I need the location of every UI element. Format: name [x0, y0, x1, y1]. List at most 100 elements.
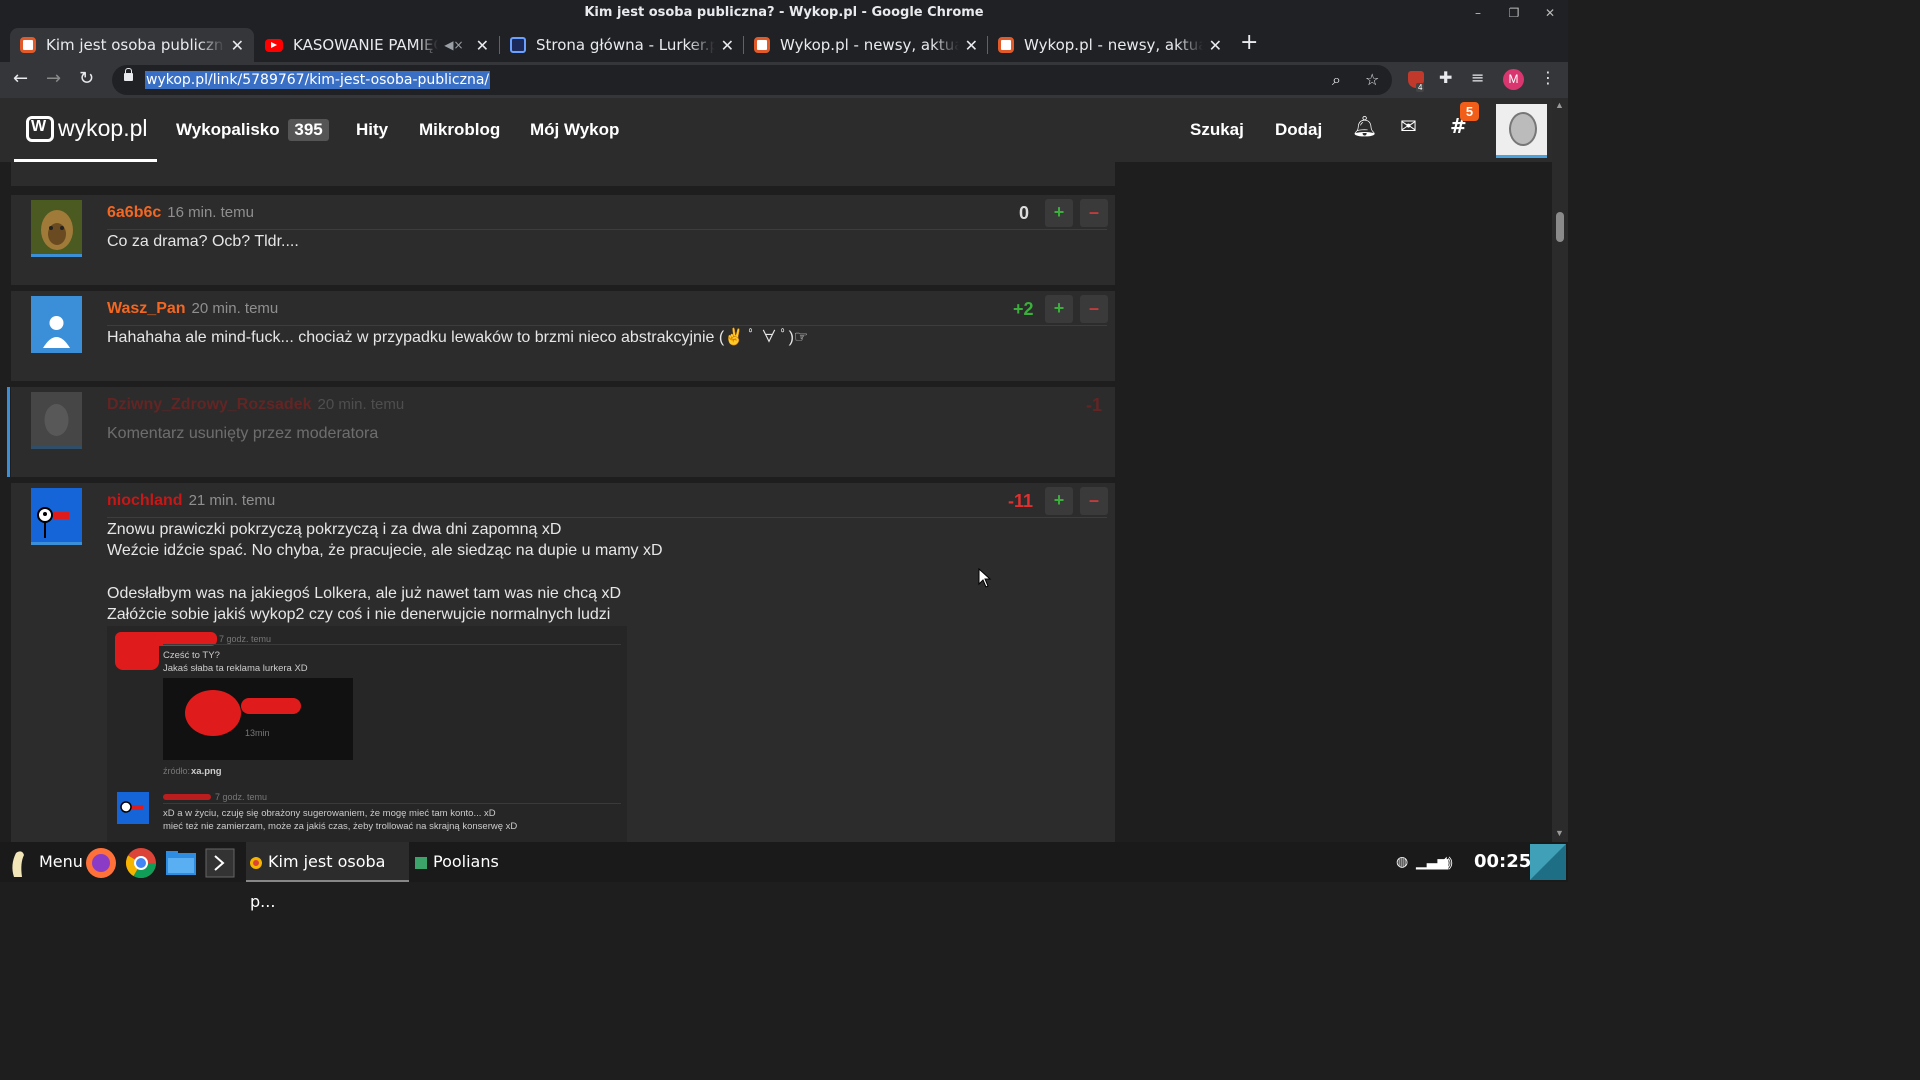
comment-author[interactable]: niochland 21 min. temu [107, 492, 275, 510]
scroll-up-icon[interactable]: ▲ [1555, 100, 1564, 110]
bell-icon[interactable]: 🔔︎ [1352, 114, 1377, 138]
terminal-icon[interactable] [205, 842, 235, 882]
show-desktop-icon[interactable] [1530, 844, 1566, 880]
comment-line: Załóżcie sobie jakiś wykop2 czy coś i ni… [107, 606, 611, 624]
close-window-icon[interactable]: ✕ [1532, 0, 1568, 26]
media-control-icon[interactable]: ≡ [1471, 68, 1484, 87]
downvote-button[interactable]: – [1080, 199, 1108, 227]
upvote-button[interactable]: + [1045, 199, 1073, 227]
redacted-avatar [115, 634, 159, 670]
embed-time: 7 godz. temu [215, 792, 268, 802]
nav-wykopalisko[interactable]: Wykopalisko 395 [176, 98, 329, 162]
tab-kim-jest-osoba[interactable]: Kim jest osoba publiczna ✕ [10, 28, 254, 62]
chrome-icon[interactable] [124, 842, 158, 882]
profile-avatar[interactable]: M [1503, 69, 1524, 90]
page-scrollbar[interactable]: ▲ ▼ [1552, 98, 1568, 842]
lock-icon [124, 68, 133, 81]
comment-author[interactable]: Dziwny_Zdrowy_Rozsadek 20 min. temu [107, 396, 404, 414]
tab-wykop-1[interactable]: Wykop.pl - newsy, aktual ✕ [744, 28, 988, 62]
wykop-favicon-icon [998, 37, 1014, 53]
embed-avatar [117, 792, 149, 824]
previous-comment-card [11, 162, 1115, 186]
comment-time: 20 min. temu [191, 300, 279, 317]
embed-source-label: źródło: [163, 766, 191, 776]
wykop-favicon-icon [20, 37, 36, 53]
menu-button[interactable]: Menu [39, 842, 83, 882]
tab-label: Wykop.pl - newsy, aktual [780, 36, 959, 54]
poolians-icon [415, 856, 427, 869]
comment-text: Hahahaha ale mind-fuck... chociaż w przy… [107, 329, 809, 346]
tab-strip: Kim jest osoba publiczna ✕ KASOWANIE PAM… [0, 26, 1568, 62]
chrome-menu-icon[interactable]: ⋮ [1540, 68, 1556, 87]
user-avatar[interactable] [1496, 104, 1547, 158]
comment-line: Znowu prawiczki pokrzyczą pokrzyczą i za… [107, 521, 562, 538]
reload-icon[interactable]: ↻ [79, 68, 94, 89]
tab-close-icon[interactable]: ✕ [1209, 36, 1222, 55]
wykopalisko-count-badge: 395 [288, 119, 329, 141]
start-menu-icon[interactable] [8, 842, 30, 882]
taskbar-window-chrome[interactable]: Kim jest osoba p... [246, 842, 409, 911]
comment-line: Odesłałbym was na jakiegoś Lolkera, ale … [107, 584, 622, 602]
tab-close-icon[interactable]: ✕ [476, 36, 489, 55]
comment-text: Co za drama? Ocb? Tldr.... [107, 233, 299, 250]
nav-moj-wykop[interactable]: Mój Wykop [530, 98, 619, 162]
chrome-icon [250, 856, 262, 869]
restore-icon[interactable]: ❐ [1496, 0, 1532, 26]
comment-author[interactable]: Wasz_Pan 20 min. temu [107, 300, 278, 318]
ublock-count-badge: 4 [1416, 83, 1425, 92]
avatar[interactable] [31, 296, 82, 353]
embedded-screenshot-image[interactable]: 7 godz. temu Cześć to TY? Jakaś słaba ta… [107, 626, 627, 842]
taskbar-window-poolians[interactable]: Poolians [413, 842, 573, 882]
author-name[interactable]: Dziwny_Zdrowy_Rozsadek [107, 396, 312, 413]
url-text[interactable]: wykop.pl/link/5789767/kim-jest-osoba-pub… [145, 71, 491, 89]
downvote-button[interactable]: – [1080, 295, 1108, 323]
scroll-down-icon[interactable]: ▼ [1555, 828, 1564, 838]
firefox-icon[interactable] [84, 842, 118, 882]
author-name[interactable]: 6a6b6c [107, 204, 161, 221]
bookmark-star-icon[interactable]: ☆ [1365, 70, 1379, 89]
scroll-thumb[interactable] [1556, 212, 1564, 242]
wykop-logo[interactable]: wykop.pl [14, 98, 157, 162]
tab-wykop-2[interactable]: Wykop.pl - newsy, aktual ✕ [988, 28, 1232, 62]
tab-close-icon[interactable]: ✕ [721, 36, 734, 55]
avatar[interactable] [31, 200, 82, 257]
minimize-icon[interactable]: – [1460, 0, 1496, 26]
tab-label: Kim jest osoba publiczna [46, 36, 225, 54]
tab-close-icon[interactable]: ✕ [231, 36, 244, 55]
tab-close-icon[interactable]: ✕ [965, 36, 978, 55]
file-manager-icon[interactable] [165, 842, 197, 882]
downvote-button[interactable]: – [1080, 487, 1108, 515]
address-bar[interactable]: wykop.pl/link/5789767/kim-jest-osoba-pub… [112, 65, 1392, 95]
avatar[interactable] [31, 488, 82, 545]
steam-tray-icon[interactable]: ◍ [1396, 842, 1408, 882]
zoom-icon[interactable]: ⌕ [1332, 70, 1341, 90]
forward-arrow-icon[interactable]: → [46, 68, 61, 89]
author-name[interactable]: Wasz_Pan [107, 300, 186, 317]
muted-speaker-icon[interactable]: ◀× [444, 38, 463, 52]
browser-toolbar: ← → ↻ wykop.pl/link/5789767/kim-jest-oso… [0, 62, 1568, 98]
search-link[interactable]: Szukaj [1190, 98, 1244, 162]
new-tab-icon[interactable]: + [1240, 30, 1258, 55]
taskbar-window-label: Poolians [433, 852, 499, 871]
volume-icon[interactable]: 🔊︎ [1440, 842, 1453, 882]
add-link[interactable]: Dodaj [1275, 98, 1322, 162]
comment-author[interactable]: 6a6b6c 16 min. temu [107, 204, 254, 222]
tab-kasowanie[interactable]: KASOWANIE PAMIĘC ◀× ✕ [255, 28, 499, 62]
clock[interactable]: 00:25 [1474, 842, 1531, 882]
embed-text: mieć też nie zamierzam, może za jakiś cz… [163, 821, 518, 832]
extensions-puzzle-icon[interactable]: ✚ [1439, 68, 1452, 87]
mouse-cursor-icon [978, 568, 992, 588]
nav-hity[interactable]: Hity [356, 98, 388, 162]
upvote-button[interactable]: + [1045, 487, 1073, 515]
comment-text: Znowu prawiczki pokrzyczą pokrzyczą i za… [107, 519, 663, 625]
author-name[interactable]: niochland [107, 492, 183, 509]
comment-time: 16 min. temu [167, 204, 254, 221]
back-arrow-icon[interactable]: ← [13, 68, 28, 89]
envelope-icon[interactable]: ✉ [1400, 114, 1417, 138]
tab-lurker[interactable]: Strona główna - Lurker.p ✕ [500, 28, 744, 62]
comment-card-deleted: Dziwny_Zdrowy_Rozsadek 20 min. temu -1 Ko… [11, 387, 1115, 477]
upvote-button[interactable]: + [1045, 295, 1073, 323]
nav-mikroblog[interactable]: Mikroblog [419, 98, 500, 162]
avatar[interactable] [31, 392, 82, 449]
